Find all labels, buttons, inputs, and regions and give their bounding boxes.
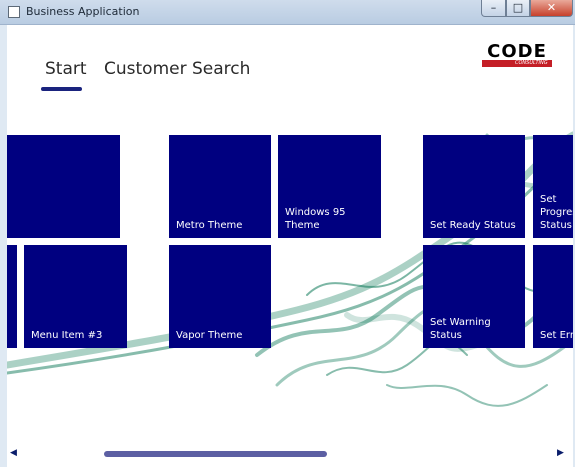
- tile-set-ready-status[interactable]: Set Ready Status: [423, 135, 525, 238]
- tile-windows-95-theme[interactable]: Windows 95 Theme: [278, 135, 381, 238]
- tab-customer-search[interactable]: Customer Search: [104, 59, 250, 79]
- tile-label: Metro Theme: [176, 220, 243, 231]
- client-area: Start Customer Search CODE CONSULTING Me…: [7, 25, 573, 467]
- tile-set-error-status[interactable]: Set Error Status: [533, 245, 573, 348]
- scroll-right-arrow-icon[interactable]: ▶: [557, 448, 564, 458]
- tile-set-warning-status[interactable]: Set Warning Status: [423, 245, 525, 348]
- maximize-button[interactable]: □: [506, 0, 530, 17]
- tile-metro-theme[interactable]: Metro Theme: [169, 135, 271, 238]
- tile-label: Set Progress Status: [540, 194, 573, 231]
- tile-blank-top[interactable]: [7, 135, 120, 238]
- tile-label: Vapor Theme: [176, 330, 243, 341]
- tile-label: Set Error Status: [540, 330, 573, 341]
- tile-partial-left[interactable]: [7, 245, 17, 348]
- title-bar[interactable]: Business Application – □ ✕: [0, 0, 575, 25]
- scroll-thumb[interactable]: [104, 451, 327, 457]
- scroll-left-arrow-icon[interactable]: ◀: [10, 448, 17, 458]
- close-button[interactable]: ✕: [530, 0, 573, 17]
- horizontal-scrollbar[interactable]: ◀ ▶: [7, 446, 573, 462]
- selected-tab-indicator: [41, 87, 82, 91]
- code-consulting-logo: CODE CONSULTING: [482, 41, 552, 67]
- logo-text: CODE: [487, 41, 547, 62]
- tile-label: Menu Item #3: [31, 330, 103, 341]
- app-icon[interactable]: [8, 6, 20, 18]
- tile-set-progress-status[interactable]: Set Progress Status: [533, 135, 573, 238]
- tile-vapor-theme[interactable]: Vapor Theme: [169, 245, 271, 348]
- tile-label: Windows 95 Theme: [285, 207, 346, 231]
- minimize-button[interactable]: –: [481, 0, 506, 17]
- tile-menu-item-3[interactable]: Menu Item #3: [24, 245, 127, 348]
- tab-start[interactable]: Start: [45, 59, 87, 79]
- logo-subtext: CONSULTING: [515, 60, 548, 66]
- tile-label: Set Warning Status: [430, 317, 491, 341]
- tile-label: Set Ready Status: [430, 220, 516, 231]
- window-title: Business Application: [26, 5, 140, 18]
